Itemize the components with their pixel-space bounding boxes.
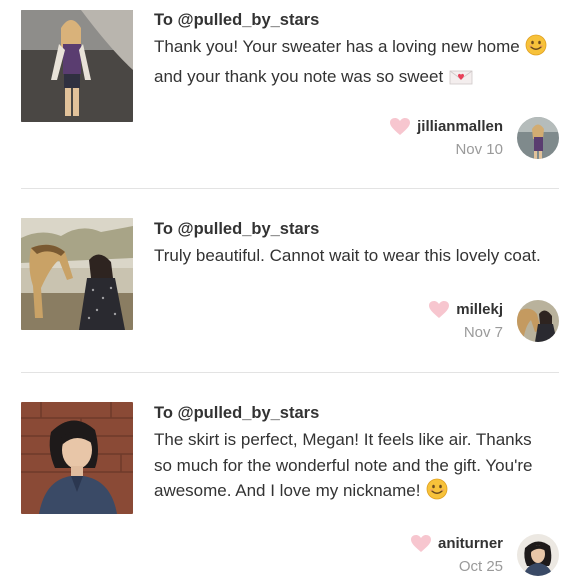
author-username[interactable]: aniturner — [438, 535, 503, 552]
divider — [21, 372, 559, 373]
review-date: Nov 10 — [455, 141, 503, 158]
review-author[interactable]: millekj — [428, 300, 503, 319]
portrait-photo — [21, 402, 133, 514]
heart-icon[interactable] — [389, 117, 411, 136]
message-text: and your thank you note was so sweet — [154, 66, 444, 86]
author-username[interactable]: millekj — [456, 301, 503, 318]
review-author[interactable]: jillianmallen — [389, 117, 503, 136]
avatar[interactable] — [517, 300, 559, 342]
avatar[interactable] — [517, 534, 559, 576]
review-message: The skirt is perfect, Megan! It feels li… — [154, 427, 554, 508]
smiling-face-emoji-icon — [426, 478, 448, 508]
love-letter-emoji-icon — [449, 68, 473, 94]
review-date: Nov 7 — [463, 324, 503, 341]
review-author[interactable]: aniturner — [410, 534, 503, 553]
review-message: Thank you! Your sweater has a loving new… — [154, 34, 554, 93]
review-photo[interactable] — [21, 10, 133, 122]
horse-photo — [21, 218, 133, 330]
review-date: Oct 25 — [458, 558, 503, 575]
review-photo[interactable] — [21, 402, 133, 514]
review-photo[interactable] — [21, 218, 133, 330]
heart-icon[interactable] — [428, 300, 450, 319]
divider — [21, 188, 559, 189]
review-message: Truly beautiful. Cannot wait to wear thi… — [154, 246, 541, 265]
smiling-face-emoji-icon — [525, 34, 547, 64]
avatar[interactable] — [517, 117, 559, 159]
message-text: The skirt is perfect, Megan! It feels li… — [154, 430, 533, 500]
heart-icon[interactable] — [410, 534, 432, 553]
review-recipient[interactable]: To @pulled_by_stars — [154, 11, 319, 30]
message-text: Thank you! Your sweater has a loving new… — [154, 37, 520, 56]
review-recipient[interactable]: To @pulled_by_stars — [154, 220, 319, 239]
author-username[interactable]: jillianmallen — [417, 118, 503, 135]
review-recipient[interactable]: To @pulled_by_stars — [154, 404, 319, 423]
beach-photo — [21, 10, 133, 122]
